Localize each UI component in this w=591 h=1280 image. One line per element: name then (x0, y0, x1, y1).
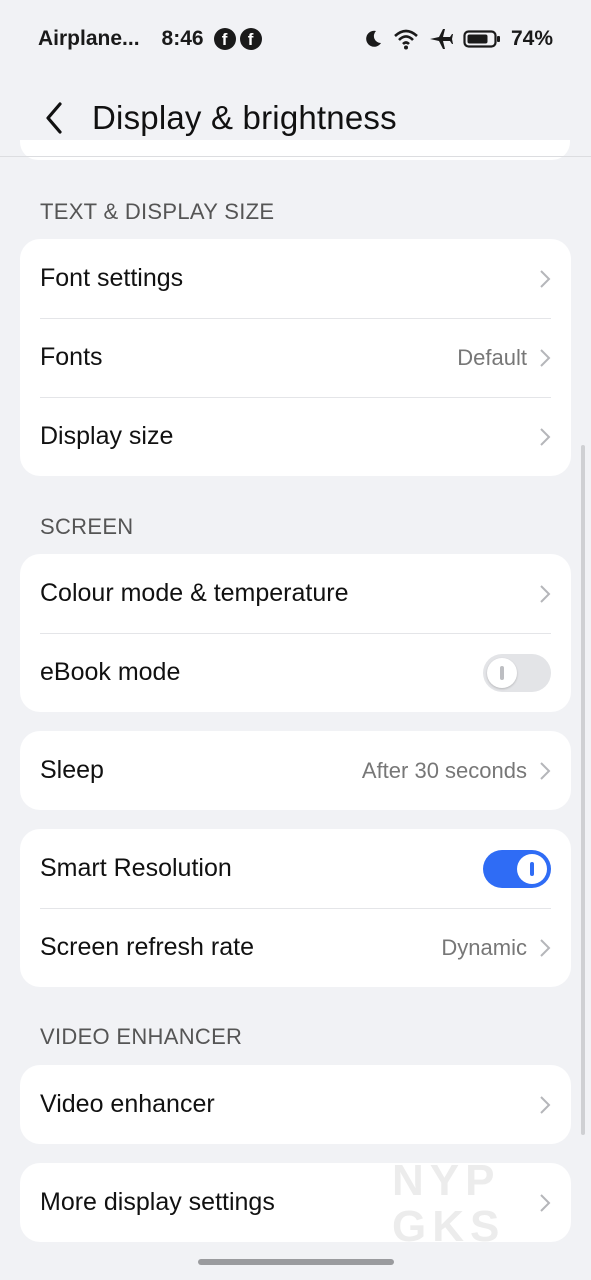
airplane-mode-label: Airplane... (38, 27, 140, 50)
row-label: Display size (40, 422, 174, 450)
chevron-right-icon (540, 269, 551, 288)
row-label: Fonts (40, 343, 103, 371)
row-value: After 30 seconds (361, 757, 527, 783)
battery-percent: 74% (510, 27, 553, 50)
facebook-icon: f (213, 28, 236, 50)
section-label-text-display-size: TEXT & DISPLAY SIZE (40, 199, 275, 224)
sleep-card: Sleep After 30 seconds (20, 731, 571, 810)
smart-resolution-row: Smart Resolution (20, 829, 571, 908)
fonts-row[interactable]: Fonts Default (20, 318, 571, 397)
row-label: Colour mode & temperature (40, 579, 349, 607)
status-bar: Airplane... 8:46 f f 74% (0, 0, 591, 78)
colour-mode-row[interactable]: Colour mode & temperature (20, 554, 571, 633)
row-label: Screen refresh rate (40, 933, 254, 961)
smart-resolution-toggle[interactable] (483, 849, 551, 888)
text-display-size-card: Font settings Fonts Default Display size (20, 239, 571, 476)
font-settings-row[interactable]: Font settings (20, 239, 571, 318)
wifi-icon (393, 28, 419, 50)
section-label-screen: SCREEN (40, 514, 134, 539)
back-arrow-icon (46, 102, 62, 134)
video-enhancer-row[interactable]: Video enhancer (20, 1065, 571, 1144)
screen-refresh-rate-row[interactable]: Screen refresh rate Dynamic (20, 908, 571, 987)
toggle-knob (517, 853, 547, 884)
video-enhancer-card: Video enhancer (20, 1065, 571, 1144)
header-divider (0, 156, 591, 157)
chevron-right-icon (540, 427, 551, 446)
row-label: Sleep (40, 756, 104, 784)
resolution-card: Smart Resolution Screen refresh rate Dyn… (20, 829, 571, 987)
screen-card: Colour mode & temperature eBook mode (20, 554, 571, 712)
row-value: Dynamic (441, 934, 527, 960)
clock: 8:46 (161, 27, 204, 50)
page-title: Display & brightness (92, 99, 397, 136)
display-size-row[interactable]: Display size (20, 397, 571, 476)
battery-icon (463, 28, 501, 50)
row-label: Video enhancer (40, 1090, 215, 1118)
row-label: Smart Resolution (40, 854, 232, 882)
toggle-knob (487, 657, 517, 688)
scrolled-card-edge (20, 140, 570, 160)
chevron-right-icon (540, 1095, 551, 1114)
chevron-right-icon (540, 584, 551, 603)
sleep-row[interactable]: Sleep After 30 seconds (20, 731, 571, 810)
chevron-right-icon (540, 761, 551, 780)
ebook-mode-row: eBook mode (20, 633, 571, 712)
chevron-right-icon (540, 938, 551, 957)
section-label-video-enhancer: VIDEO ENHANCER (40, 1024, 243, 1049)
row-value: Default (457, 344, 527, 370)
chevron-right-icon (540, 348, 551, 367)
home-indicator[interactable] (198, 1259, 394, 1265)
ebook-mode-toggle[interactable] (483, 653, 551, 692)
row-label: Font settings (40, 264, 184, 292)
watermark: NYP GKS (392, 1156, 506, 1251)
scrollbar[interactable] (581, 445, 585, 1135)
back-button[interactable] (44, 98, 76, 138)
airplane-icon (429, 28, 453, 50)
row-label: eBook mode (40, 658, 181, 686)
facebook-icon: f (239, 28, 262, 50)
moon-icon (363, 29, 383, 49)
chevron-right-icon (540, 1193, 551, 1212)
